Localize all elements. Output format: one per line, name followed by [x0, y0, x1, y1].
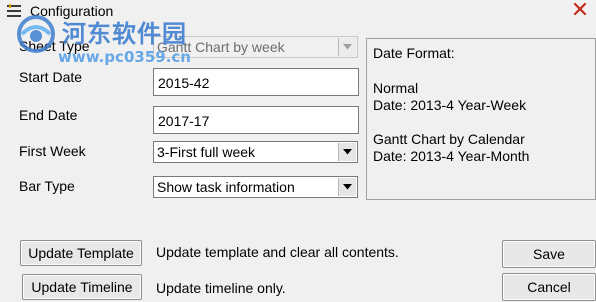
update-template-description: Update template and clear all contents. [156, 244, 399, 260]
start-date-input[interactable]: 2015-42 [153, 68, 359, 96]
chevron-down-icon[interactable] [338, 178, 356, 196]
first-week-label: First Week [19, 143, 86, 159]
calendar-format: Date: 2013-4 Year-Month [373, 148, 530, 164]
calendar-title: Gantt Chart by Calendar [373, 131, 525, 147]
watermark-site-name: 河东软件园 [62, 20, 187, 48]
configuration-window: Configuration Sheet Type Start Date End … [0, 0, 596, 302]
normal-title: Normal [373, 80, 419, 96]
first-week-select[interactable]: 3-First full week [153, 141, 358, 163]
update-timeline-button[interactable]: Update Timeline [22, 274, 142, 300]
update-timeline-description: Update timeline only. [156, 280, 286, 296]
close-icon [573, 2, 587, 19]
bar-type-value: Show task information [157, 179, 295, 195]
end-date-input[interactable]: 2017-17 [153, 106, 359, 134]
save-button[interactable]: Save [502, 240, 596, 268]
date-format-heading: Date Format: [373, 45, 455, 61]
first-week-value: 3-First full week [157, 144, 256, 160]
normal-format: Date: 2013-4 Year-Week [373, 97, 527, 113]
close-button[interactable] [564, 0, 596, 20]
date-format-panel: Date Format: Normal Date: 2013-4 Year-We… [366, 38, 596, 200]
chevron-down-icon[interactable] [338, 38, 356, 56]
watermark-url: www.pc0359.cn [58, 48, 191, 66]
chevron-down-icon[interactable] [338, 143, 356, 161]
start-date-label: Start Date [19, 69, 83, 85]
end-date-label: End Date [19, 107, 78, 123]
watermark-logo-icon [14, 12, 58, 56]
update-template-button[interactable]: Update Template [20, 240, 142, 266]
cancel-button[interactable]: Cancel [502, 273, 596, 301]
bar-type-select[interactable]: Show task information [153, 176, 358, 198]
bar-type-label: Bar Type [19, 178, 75, 194]
